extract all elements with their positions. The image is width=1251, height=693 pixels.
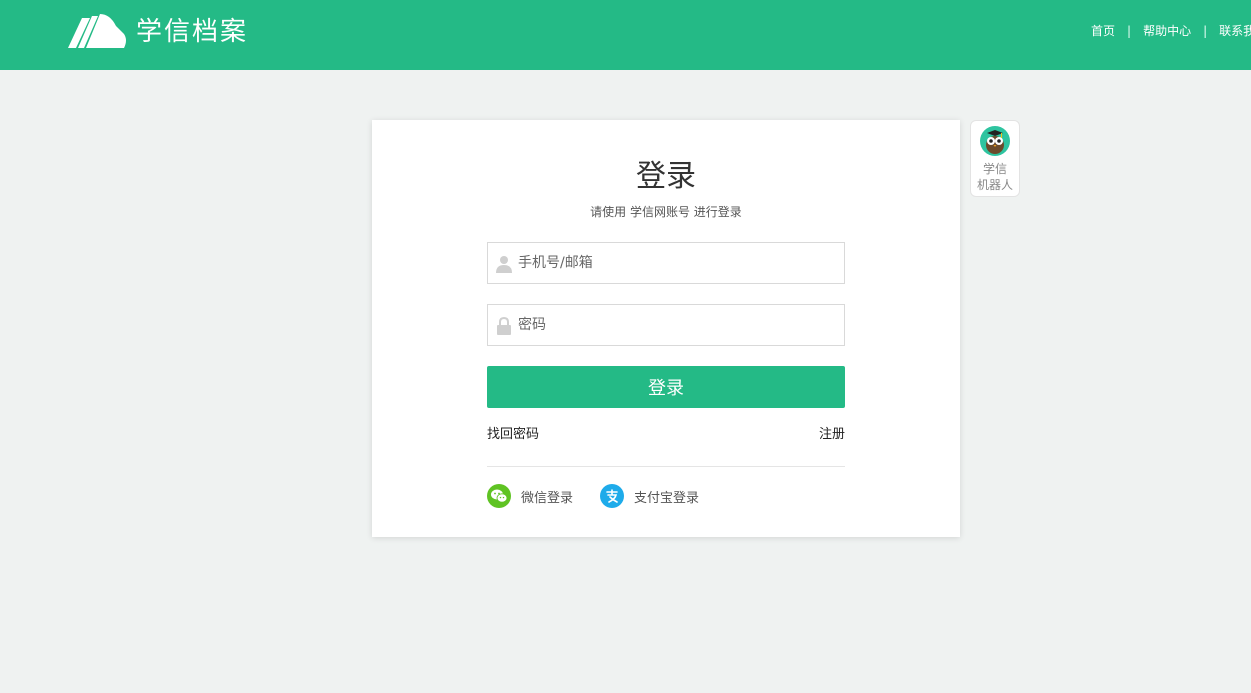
alipay-login-label: 支付宝登录 [634,490,700,506]
book-pages-icon [68,14,126,48]
login-subtitle: 请使用 学信网账号 进行登录 [590,205,742,219]
username-field[interactable] [487,242,845,284]
nav-home-link[interactable]: 首页 [1091,22,1115,39]
login-submit-button[interactable]: 登录 [487,366,845,408]
robot-label-line1: 学信 [982,162,1007,176]
site-logo-text: 学信档案 [136,17,249,47]
user-icon [496,256,512,273]
wechat-login-button[interactable]: 微信登录 [487,484,573,508]
login-title: 登录 [636,159,696,194]
alipay-login-button[interactable]: 支付宝登录 [600,484,699,508]
wechat-login-label: 微信登录 [521,490,574,506]
nav-separator: | [1203,23,1208,38]
site-logo[interactable]: 学信档案 [66,12,248,52]
top-header: 学信档案 首页 | 帮助中心 | 联系我 [0,0,1251,70]
social-divider [487,466,845,467]
top-navigation: 首页 | 帮助中心 | 联系我 [1091,22,1251,39]
password-field[interactable] [487,304,845,346]
wechat-icon [487,484,511,508]
nav-contact-link[interactable]: 联系我 [1219,22,1251,39]
nav-help-link[interactable]: 帮助中心 [1143,22,1191,39]
forgot-password-link[interactable]: 找回密码 [487,426,539,444]
login-card: 登录 请使用 学信网账号 进行登录 登录 找回密码 注册 [372,120,960,537]
lock-icon [497,317,511,335]
register-link[interactable]: 注册 [819,426,845,444]
robot-label-line2: 机器人 [976,178,1013,192]
username-input[interactable] [516,243,838,283]
alipay-icon [600,484,624,508]
robot-assistant-button[interactable]: 学信 机器人 [970,120,1020,197]
nav-separator: | [1127,23,1132,38]
password-input[interactable] [516,305,838,345]
robot-assistant-label: 学信 机器人 [971,161,1019,193]
robot-owl-icon [980,126,1010,156]
